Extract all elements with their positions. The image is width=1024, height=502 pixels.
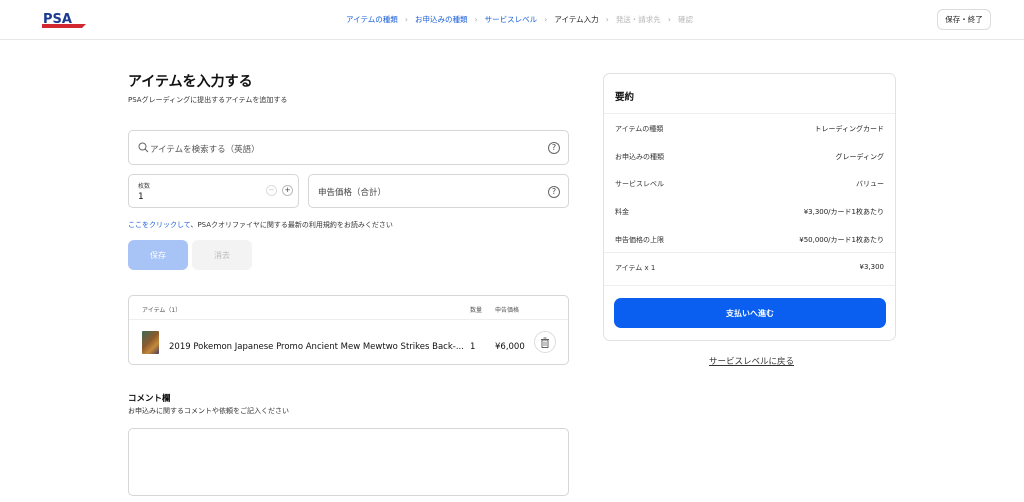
brand-text: PSA (43, 12, 72, 27)
chevron-right-icon: › (404, 15, 408, 24)
summary-panel: 要約 アイテムの種類 トレーディングカード お申込みの種類 グレーディング サー… (603, 73, 896, 341)
back-to-service-level-link[interactable]: サービスレベルに戻る (709, 355, 794, 367)
chevron-right-icon: › (605, 15, 609, 24)
item-qty: 1 (470, 342, 476, 352)
proceed-to-payment-button[interactable]: 支払いへ進む (614, 298, 886, 328)
help-icon[interactable]: ? (548, 142, 560, 154)
summary-total-label: アイテム x 1 (615, 264, 656, 272)
quantity-value[interactable]: 1 (138, 192, 144, 202)
summary-row-value: ¥3,300/カード1枚あたり (803, 208, 884, 216)
increment-button[interactable]: + (282, 185, 293, 196)
terms-notice: ここをクリックして、PSAクオリファイヤに関する最新の利用規約をお読みください (128, 220, 393, 230)
comment-textarea[interactable] (128, 428, 569, 496)
divider (604, 252, 895, 253)
divider (604, 285, 895, 286)
item-price: ¥6,000 (495, 342, 525, 352)
chevron-right-icon: › (667, 15, 672, 24)
column-header-item: アイテム（1） (142, 307, 182, 314)
step-submission-type[interactable]: お申込みの種類 (415, 14, 468, 25)
step-shipping-billing: 発送・請求先 (615, 15, 661, 24)
summary-title: 要約 (615, 92, 635, 103)
save-exit-button[interactable]: 保存・終了 (937, 9, 991, 30)
summary-total-value: ¥3,300 (859, 263, 885, 271)
summary-row-label: アイテムの種類 (615, 125, 664, 133)
decrement-button[interactable]: − (266, 185, 277, 196)
summary-row-value: グレーディング (835, 153, 884, 161)
step-item-entry: アイテム入力 (554, 15, 599, 24)
divider (129, 319, 568, 320)
summary-row-value: バリュー (856, 180, 884, 188)
psa-logo[interactable]: PSA (42, 11, 86, 28)
help-icon[interactable]: ? (548, 186, 560, 198)
trash-icon (541, 337, 549, 348)
page-title: アイテムを入力する (128, 74, 253, 90)
summary-row-label: 料金 (615, 208, 629, 216)
page-subtitle: PSAグレーディングに提出するアイテムを追加する (128, 96, 288, 104)
delete-item-button[interactable] (534, 331, 556, 353)
declared-value-input[interactable]: 申告価格（合計） ? (308, 174, 569, 208)
progress-steps: アイテムの種類 › お申込みの種類 › サービスレベル › アイテム入力 › 発… (346, 14, 693, 25)
column-header-price: 申告価格 (495, 307, 520, 314)
items-table: アイテム（1） 数量 申告価格 (128, 295, 569, 365)
top-bar: PSA アイテムの種類 › お申込みの種類 › サービスレベル › アイテム入力… (0, 0, 1024, 40)
column-header-qty: 数量 (470, 307, 483, 314)
divider (604, 113, 895, 114)
clear-button[interactable]: 消去 (192, 240, 252, 270)
comment-subtitle: お申込みに関するコメントや依頼をご記入ください (128, 407, 289, 415)
chevron-right-icon: › (474, 15, 478, 24)
chevron-right-icon: › (544, 15, 548, 24)
summary-row-label: お申込みの種類 (615, 153, 664, 161)
summary-row-value: トレーディングカード (814, 125, 884, 133)
card-thumbnail (142, 331, 159, 354)
summary-row-label: サービスレベル (615, 180, 664, 188)
declared-value-placeholder: 申告価格（合計） (318, 188, 387, 198)
terms-link[interactable]: ここをクリックして (128, 221, 190, 229)
step-service-level[interactable]: サービスレベル (485, 14, 538, 25)
step-item-type[interactable]: アイテムの種類 (346, 14, 398, 25)
summary-row-value: ¥50,000/カード1枚あたり (799, 236, 884, 244)
search-icon (138, 142, 149, 153)
save-button[interactable]: 保存 (128, 240, 188, 270)
step-confirm: 確認 (678, 15, 694, 24)
item-name: 2019 Pokemon Japanese Promo Ancient Mew … (169, 342, 464, 352)
quantity-field[interactable]: 枚数 1 − + (128, 174, 299, 208)
terms-text: 、PSAクオリファイヤに関する最新の利用規約をお読みください (190, 221, 393, 229)
item-search-input[interactable]: アイテムを検索する（英語） ? (128, 130, 569, 165)
summary-row-label: 申告価格の上限 (615, 236, 664, 244)
search-placeholder: アイテムを検索する（英語） (150, 145, 260, 155)
comment-title: コメント欄 (128, 394, 171, 404)
quantity-label: 枚数 (138, 183, 151, 190)
